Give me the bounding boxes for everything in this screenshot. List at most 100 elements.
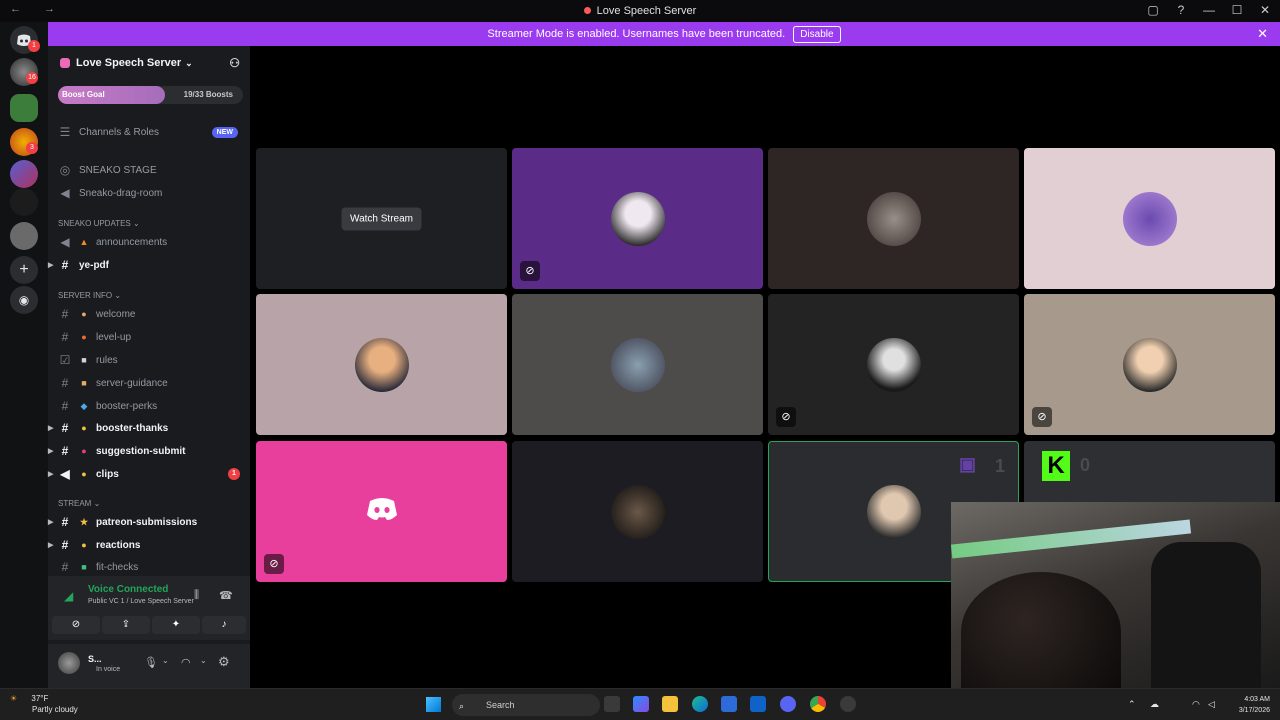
server-icon-4[interactable] [10, 160, 38, 188]
server-icon-5[interactable] [10, 188, 38, 216]
channel-reactions[interactable]: ▶ # ● reactions [48, 535, 250, 555]
chevron-down-icon[interactable]: ⌄ [162, 656, 169, 665]
maximize-button[interactable]: ☐ [1230, 3, 1244, 17]
start-icon[interactable] [426, 697, 441, 712]
banner-close-icon[interactable]: ✕ [1257, 26, 1268, 42]
camera-button[interactable]: ⊘ [52, 616, 100, 634]
disconnect-icon[interactable]: ☎ [219, 589, 233, 602]
server-icon-6[interactable] [10, 222, 38, 250]
microphone-icon[interactable]: 🎙︎ [144, 656, 158, 669]
channel-label: level-up [96, 331, 132, 343]
category-stream[interactable]: STREAM ⌄ [58, 499, 100, 508]
file-explorer-icon[interactable] [662, 696, 678, 712]
channel-booster-thanks[interactable]: ▶ # ● booster-thanks [48, 418, 250, 438]
scroll-emoji-icon: ■ [81, 378, 87, 388]
volume-icon[interactable]: ◁ [1208, 699, 1215, 710]
voice-channel-drag-room[interactable]: ◀ Sneako-drag-room [48, 183, 250, 203]
taskbar-search[interactable]: Search [452, 694, 600, 716]
clock-time: 4:03 AM [1244, 696, 1270, 703]
store-icon[interactable] [721, 696, 737, 712]
share-screen-button[interactable]: ⇪ [102, 616, 150, 634]
tray-chevron-icon[interactable]: ⌃ [1128, 699, 1136, 710]
stream-tile-1[interactable]: Watch Stream [256, 148, 507, 289]
channel-label: fit-checks [96, 561, 139, 573]
participant-tile-10[interactable] [512, 441, 763, 582]
checklist-icon: ☑ [59, 353, 71, 367]
outlook-icon[interactable] [750, 696, 766, 712]
channel-suggestion-submit[interactable]: ▶ # ● suggestion-submit [48, 441, 250, 461]
hash-icon: # [61, 444, 69, 458]
noise-suppression-icon[interactable]: ⫼ [194, 589, 199, 602]
system-clock[interactable]: 4:03 AM 3/17/2026 [1239, 694, 1270, 716]
participant-tile-4[interactable] [1024, 148, 1275, 289]
channel-clips[interactable]: ▶ ◀ ● clips 1 [48, 464, 250, 484]
chrome-icon[interactable] [810, 696, 826, 712]
stage-name: SNEAKO STAGE [79, 164, 157, 176]
window-controls: ▢ ? — ☐ ✕ [1146, 3, 1272, 17]
avatar [1122, 337, 1177, 392]
channel-level-up[interactable]: # ● level-up [48, 327, 250, 347]
close-button[interactable]: ✕ [1258, 3, 1272, 17]
watch-stream-button[interactable]: Watch Stream [341, 207, 422, 230]
channel-welcome[interactable]: # ● welcome [48, 304, 250, 324]
channel-booster-perks[interactable]: # ◆ booster-perks [48, 396, 250, 416]
participant-tile-5[interactable] [256, 294, 507, 435]
voice-channel-name[interactable]: Public VC 1 / Love Speech Server [88, 598, 194, 605]
weather-widget[interactable]: ☀ 37°F Partly cloudy [10, 693, 78, 715]
hash-icon: # [61, 421, 69, 435]
inbox-icon[interactable]: ▢ [1146, 3, 1160, 17]
activities-button[interactable]: ✦ [152, 616, 200, 634]
help-icon[interactable]: ? [1174, 3, 1188, 17]
participant-tile-3[interactable] [768, 148, 1019, 289]
drag-room-label: Sneako-drag-room [79, 187, 163, 199]
network-icon[interactable]: ☁ [1150, 699, 1159, 710]
settings-gear-icon[interactable]: ⚙ [218, 654, 230, 670]
boost-goal-bar[interactable]: Boost Goal 19/33 Boosts [58, 86, 243, 104]
add-member-icon[interactable]: ⚇ [229, 56, 240, 70]
channel-ye-pdf[interactable]: ▶ # ye-pdf [48, 255, 250, 275]
speaker-icon: ◀ [60, 186, 70, 200]
server-header[interactable]: Love Speech Server ⌄ ⚇ [48, 46, 250, 80]
disable-button[interactable]: Disable [793, 25, 841, 43]
channel-server-guidance[interactable]: # ■ server-guidance [48, 373, 250, 393]
channel-label: announcements [96, 236, 168, 248]
window-title-text: Love Speech Server [596, 5, 697, 17]
channel-patreon-submissions[interactable]: ▶ # ★ patreon-submissions [48, 512, 250, 532]
channels-roles-item[interactable]: ☰ Channels & Roles NEW [48, 122, 250, 142]
category-updates[interactable]: SNEAKO UPDATES ⌄ [58, 219, 140, 228]
category-stream-label: STREAM [58, 499, 92, 508]
add-server-icon[interactable]: + [10, 256, 38, 284]
channel-rules[interactable]: ☑ ■ rules [48, 350, 250, 370]
discord-icon[interactable] [780, 696, 796, 712]
discover-icon[interactable]: ◉ [10, 286, 38, 314]
shirt-emoji-icon: ■ [81, 562, 87, 572]
username: S... [88, 654, 102, 664]
channel-fit-checks[interactable]: # ■ fit-checks [48, 557, 250, 577]
twitch-icon: ▣ [959, 454, 977, 474]
headphones-icon[interactable]: ◠ [181, 656, 191, 669]
twitch-count: 1 [995, 456, 1006, 476]
soundboard-button[interactable]: ♪ [202, 616, 246, 634]
participant-tile-8[interactable]: ⊘ [1024, 294, 1275, 435]
wifi-icon[interactable]: ◠ [1192, 699, 1200, 710]
stage-channel[interactable]: ◎ SNEAKO STAGE [48, 160, 250, 180]
obs-icon[interactable] [840, 696, 856, 712]
edge-icon[interactable] [692, 696, 708, 712]
participant-tile-9[interactable]: ⊘ [256, 441, 507, 582]
channel-announcements[interactable]: ◀ ▲ announcements [48, 232, 250, 252]
participant-tile-6[interactable] [512, 294, 763, 435]
participant-tile-2[interactable]: ⊘ [512, 148, 763, 289]
participant-tile-7[interactable]: ⊘ [768, 294, 1019, 435]
task-view-icon[interactable] [604, 696, 620, 712]
voice-status[interactable]: Voice Connected [88, 584, 168, 595]
channel-sidebar: Love Speech Server ⌄ ⚇ Boost Goal 19/33 … [48, 46, 250, 688]
avatar [610, 337, 665, 392]
weather-desc: Partly cloudy [32, 705, 78, 714]
avatar[interactable] [58, 652, 80, 674]
server-icon-2[interactable] [10, 94, 38, 122]
channel-label: booster-thanks [96, 422, 169, 434]
category-server-info[interactable]: SERVER INFO ⌄ [58, 291, 121, 300]
chevron-down-icon[interactable]: ⌄ [200, 656, 207, 665]
widgets-icon[interactable] [633, 696, 649, 712]
minimize-button[interactable]: — [1202, 3, 1216, 17]
